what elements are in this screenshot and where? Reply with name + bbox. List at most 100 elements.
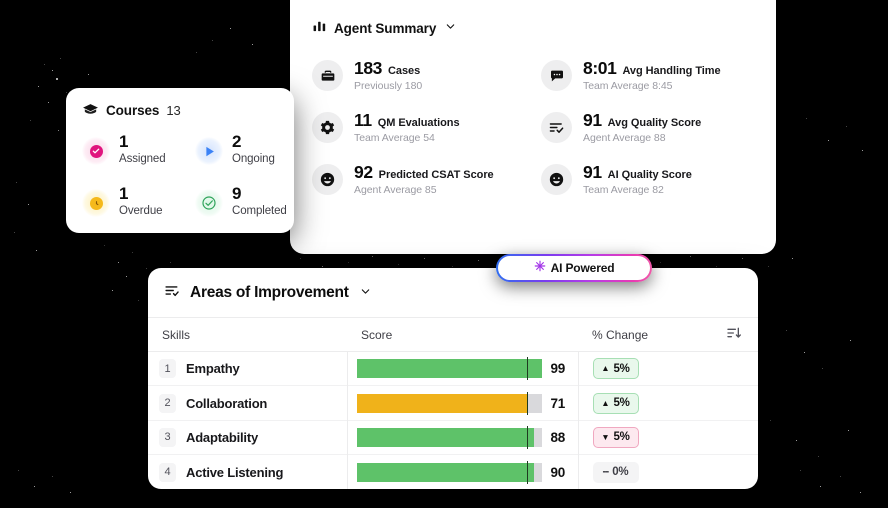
- score-value: 71: [550, 395, 566, 411]
- metric-subtext: Agent Average 88: [583, 132, 666, 144]
- cell-skill: 1 Empathy: [148, 351, 348, 386]
- background-speck: [132, 252, 133, 253]
- background-speck: [196, 52, 197, 53]
- metric-value: 92: [354, 162, 373, 182]
- gear-icon: [312, 112, 343, 143]
- background-speck: [398, 264, 399, 265]
- improvement-table: Skills Score % Change 1 Empathy 99 ▲ 5% …: [148, 317, 758, 489]
- background-speck: [862, 150, 863, 151]
- change-badge: ▲ 5%: [592, 392, 639, 414]
- metric-cases[interactable]: 183 Cases Previously 180: [312, 58, 533, 92]
- skill-name: Collaboration: [186, 395, 268, 411]
- score-bar: [356, 357, 542, 381]
- metric-subtext: Team Average 54: [354, 132, 435, 144]
- course-stat-assigned[interactable]: 1 Assigned: [82, 133, 195, 185]
- table-row[interactable]: 3 Adaptability 88 ▼ 5%: [148, 420, 758, 455]
- background-speck: [768, 266, 769, 267]
- metric-value: 183: [354, 58, 382, 78]
- background-speck: [30, 120, 31, 121]
- metric-ai-quality-score[interactable]: 91 AI Quality Score Team Average 82: [541, 162, 762, 196]
- background-speck: [138, 300, 139, 301]
- table-row[interactable]: 4 Active Listening 90 -- 0%: [148, 454, 758, 489]
- chat-bubble-icon: [541, 60, 572, 91]
- score-target-marker: [526, 391, 529, 415]
- cell-change: ▲ 5%: [578, 386, 758, 420]
- background-speck: [88, 74, 89, 75]
- metric-avg-handling-time[interactable]: 8:01 Avg Handling Time Team Average 8:45: [541, 58, 762, 92]
- metric-name: Cases: [388, 65, 421, 77]
- cell-change: ▲ 5%: [578, 352, 758, 386]
- row-rank: 4: [159, 462, 176, 482]
- skill-name: Empathy: [186, 361, 240, 377]
- background-speck: [212, 40, 213, 41]
- course-stat-overdue[interactable]: 1 Overdue: [82, 185, 195, 237]
- table-row[interactable]: 2 Collaboration 71 ▲ 5%: [148, 385, 758, 421]
- cell-skill: 2 Collaboration: [148, 385, 348, 421]
- row-rank: 2: [159, 393, 176, 413]
- background-speck: [840, 476, 841, 477]
- background-speck: [804, 352, 805, 353]
- background-speck: [18, 470, 19, 471]
- skill-name: Active Listening: [186, 464, 284, 480]
- table-row[interactable]: 1 Empathy 99 ▲ 5%: [148, 351, 758, 386]
- change-arrow-icon: ▼: [601, 432, 610, 443]
- background-speck: [478, 260, 479, 261]
- change-arrow-icon: --: [602, 466, 610, 479]
- areas-of-improvement-card: Areas of Improvement Skills Score % Chan…: [148, 268, 758, 489]
- check-circle-filled-icon: [82, 137, 110, 165]
- metric-qm-evaluations[interactable]: 11 QM Evaluations Team Average 54: [312, 110, 533, 144]
- course-stat-ongoing[interactable]: 2 Ongoing: [195, 133, 308, 185]
- metric-name: Avg Quality Score: [607, 117, 702, 129]
- check-circle-outline-icon: [195, 189, 223, 217]
- ai-powered-label: AI Powered: [550, 261, 615, 275]
- metric-value: 91: [583, 110, 602, 130]
- change-value: 5%: [613, 397, 630, 410]
- background-speck: [66, 92, 67, 93]
- background-speck: [126, 276, 127, 277]
- course-stat-value: 9: [232, 184, 242, 203]
- column-header-change[interactable]: % Change: [578, 317, 758, 352]
- areas-of-improvement-header[interactable]: Areas of Improvement: [148, 268, 758, 317]
- column-header-skills[interactable]: Skills: [148, 317, 347, 352]
- agent-summary-card: Agent Summary 183 Cases Previously 180 8…: [290, 0, 776, 254]
- play-triangle-icon: [195, 137, 223, 165]
- sort-lines-icon: [164, 282, 181, 304]
- sort-descending-icon[interactable]: [726, 325, 742, 344]
- chevron-down-icon[interactable]: [358, 284, 371, 302]
- metric-avg-quality-score[interactable]: 91 Avg Quality Score Agent Average 88: [541, 110, 762, 144]
- background-speck: [742, 258, 743, 259]
- courses-card: Courses 13 1 Assigned 2 Ongoing 1 Overdu…: [66, 88, 294, 233]
- score-value: 99: [550, 361, 566, 377]
- score-bar: [356, 425, 542, 449]
- smiley-face-icon: [541, 164, 572, 195]
- metric-predicted-csat-score[interactable]: 92 Predicted CSAT Score Agent Average 85: [312, 162, 533, 196]
- background-speck: [848, 430, 849, 431]
- background-speck: [70, 492, 71, 493]
- background-speck: [252, 44, 253, 45]
- column-header-score[interactable]: Score: [347, 317, 578, 352]
- background-speck: [660, 262, 661, 263]
- background-speck: [716, 266, 717, 267]
- cell-score: 71: [347, 385, 579, 421]
- course-stat-value: 1: [119, 132, 129, 151]
- background-speck: [322, 266, 323, 267]
- cell-score: 88: [347, 420, 579, 455]
- agent-summary-header[interactable]: Agent Summary: [290, 14, 776, 42]
- courses-header[interactable]: Courses 13: [82, 102, 278, 119]
- background-speck: [372, 256, 373, 257]
- background-speck: [770, 420, 771, 421]
- background-speck: [28, 204, 29, 205]
- course-stat-completed[interactable]: 9 Completed: [195, 185, 308, 237]
- ai-powered-badge[interactable]: AI Powered: [496, 254, 652, 282]
- cell-change: -- 0%: [578, 455, 758, 489]
- background-speck: [690, 256, 691, 257]
- chevron-down-icon[interactable]: [443, 19, 456, 37]
- page-title: Areas of Improvement: [190, 283, 349, 301]
- background-speck: [850, 340, 851, 341]
- background-speck: [806, 118, 807, 119]
- background-speck: [36, 250, 37, 251]
- metric-value: 11: [354, 110, 372, 130]
- table-header-row: Skills Score % Change: [148, 317, 758, 352]
- background-speck: [860, 492, 861, 493]
- change-badge: ▲ 5%: [592, 358, 639, 380]
